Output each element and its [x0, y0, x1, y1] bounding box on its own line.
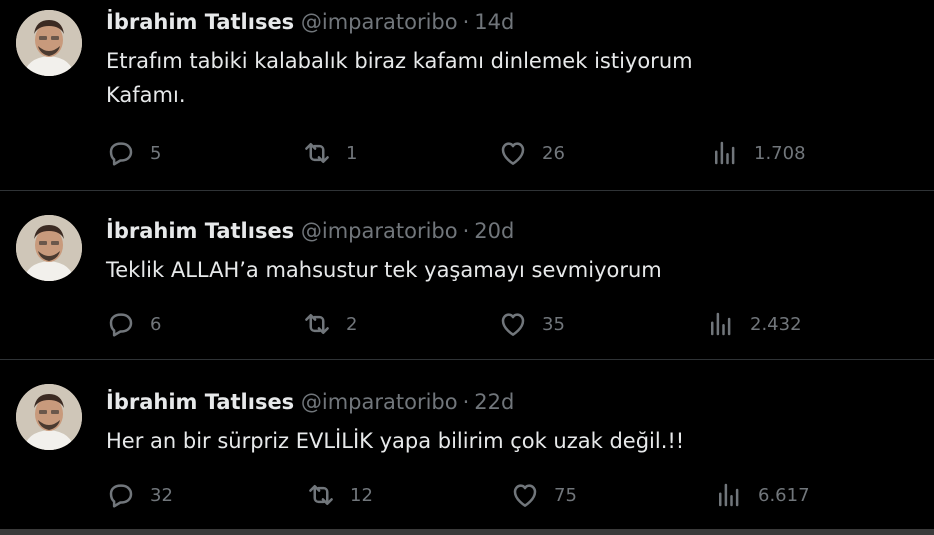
views-count: 2.432	[750, 313, 802, 335]
retweet-icon	[302, 138, 332, 168]
like-button[interactable]: 35	[498, 309, 565, 339]
like-button[interactable]: 26	[498, 138, 565, 168]
retweet-button[interactable]: 1	[302, 138, 357, 168]
tweet-text: Her an bir sürpriz EVLİLİK yapa bilirim …	[106, 424, 906, 458]
heart-icon	[510, 480, 540, 510]
retweet-button[interactable]: 12	[306, 480, 373, 510]
separator-dot: ·	[462, 10, 470, 34]
reply-icon	[106, 480, 136, 510]
tweet-header: İbrahim Tatlıses @imparatoribo · 20d	[106, 217, 514, 245]
tweet-text-line: Teklik ALLAH’a mahsustur tek yaşamayı se…	[106, 258, 662, 282]
author-handle[interactable]: @imparatoribo	[301, 390, 458, 414]
separator-dot: ·	[462, 390, 470, 414]
views-button[interactable]: 6.617	[714, 480, 810, 510]
retweet-button[interactable]: 2	[302, 309, 357, 339]
like-count: 26	[542, 142, 565, 164]
author-handle[interactable]: @imparatoribo	[301, 10, 458, 34]
reply-button[interactable]: 6	[106, 309, 161, 339]
views-count: 6.617	[758, 484, 810, 506]
like-count: 35	[542, 313, 565, 335]
tweet[interactable]: İbrahim Tatlıses @imparatoribo · 14d Etraf…	[0, 0, 934, 190]
like-count: 75	[554, 484, 577, 506]
author-handle[interactable]: @imparatoribo	[301, 219, 458, 243]
tweet-feed: İbrahim Tatlıses @imparatoribo · 14d Etraf…	[0, 0, 934, 535]
reply-count: 5	[150, 142, 162, 164]
views-icon	[710, 138, 740, 168]
heart-icon	[498, 138, 528, 168]
reply-button[interactable]: 5	[106, 138, 161, 168]
author-name[interactable]: İbrahim Tatlıses	[106, 390, 294, 414]
bottom-scroll-edge	[0, 529, 934, 535]
author-name[interactable]: İbrahim Tatlıses	[106, 219, 294, 243]
tweet[interactable]: İbrahim Tatlıses @imparatoribo · 22d Her a…	[0, 360, 934, 529]
tweet-text: Teklik ALLAH’a mahsustur tek yaşamayı se…	[106, 253, 906, 287]
reply-icon	[106, 309, 136, 339]
retweet-count: 1	[346, 142, 358, 164]
tweet-header: İbrahim Tatlıses @imparatoribo · 22d	[106, 388, 514, 416]
reply-icon	[106, 138, 136, 168]
retweet-icon	[302, 309, 332, 339]
avatar[interactable]	[16, 10, 82, 76]
avatar[interactable]	[16, 215, 82, 281]
tweet-time[interactable]: 14d	[474, 10, 514, 34]
tweet-text-line: Her an bir sürpriz EVLİLİK yapa bilirim …	[106, 429, 685, 453]
tweet-text: Etrafım tabiki kalabalık biraz kafamı di…	[106, 44, 906, 112]
reply-button[interactable]: 32	[106, 480, 173, 510]
avatar[interactable]	[16, 384, 82, 450]
views-button[interactable]: 2.432	[706, 309, 802, 339]
tweet-actions: 6 2 35 2.432	[106, 309, 886, 339]
tweet-text-line: Kafamı.	[106, 83, 186, 107]
retweet-count: 2	[346, 313, 358, 335]
reply-count: 6	[150, 313, 162, 335]
reply-count: 32	[150, 484, 173, 506]
tweet-time[interactable]: 20d	[474, 219, 514, 243]
tweet-time[interactable]: 22d	[474, 390, 514, 414]
views-count: 1.708	[754, 142, 806, 164]
tweet-actions: 32 12 75 6.617	[106, 480, 886, 510]
separator-dot: ·	[462, 219, 470, 243]
retweet-icon	[306, 480, 336, 510]
tweet[interactable]: İbrahim Tatlıses @imparatoribo · 20d Tekli…	[0, 191, 934, 359]
views-icon	[706, 309, 736, 339]
tweet-header: İbrahim Tatlıses @imparatoribo · 14d	[106, 8, 514, 36]
like-button[interactable]: 75	[510, 480, 577, 510]
heart-icon	[498, 309, 528, 339]
views-icon	[714, 480, 744, 510]
tweet-actions: 5 1 26 1.708	[106, 138, 886, 168]
retweet-count: 12	[350, 484, 373, 506]
author-name[interactable]: İbrahim Tatlıses	[106, 10, 294, 34]
views-button[interactable]: 1.708	[710, 138, 806, 168]
tweet-text-line: Etrafım tabiki kalabalık biraz kafamı di…	[106, 49, 693, 73]
